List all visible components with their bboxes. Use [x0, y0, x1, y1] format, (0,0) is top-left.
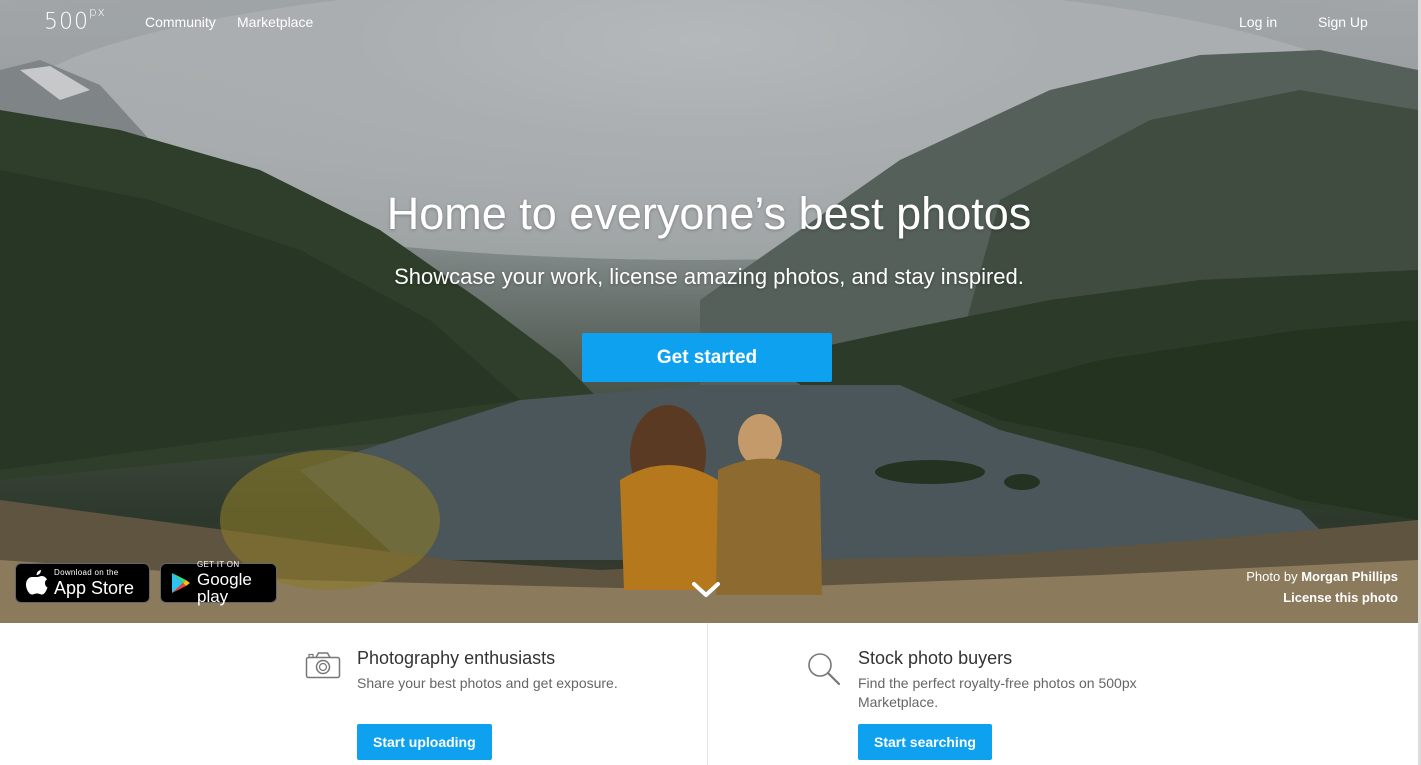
- photo-credit-prefix: Photo by: [1246, 569, 1298, 584]
- google-play-large-text: Google play: [197, 570, 252, 606]
- nav-community-link[interactable]: Community: [145, 14, 216, 30]
- hero-background-photo: [0, 0, 1418, 623]
- top-nav: 500px Community Marketplace Log in Sign …: [0, 0, 1418, 44]
- nav-marketplace-link[interactable]: Marketplace: [237, 14, 313, 30]
- hero-section: 500px Community Marketplace Log in Sign …: [0, 0, 1418, 623]
- feature-title: Stock photo buyers: [858, 648, 1013, 668]
- photo-credit: Photo by Morgan Phillips License this ph…: [1246, 566, 1398, 608]
- features-section: Photography enthusiasts Share your best …: [0, 623, 1418, 765]
- hero-subhead: Showcase your work, license amazing phot…: [394, 264, 1024, 289]
- feature-description: Find the perfect royalty-free photos on …: [858, 675, 1137, 710]
- photographer-link[interactable]: Morgan Phillips: [1301, 569, 1398, 584]
- 500px-logo[interactable]: 500px: [44, 5, 106, 34]
- features-divider: [707, 623, 708, 765]
- feature-description: Share your best photos and get exposure.: [357, 675, 618, 691]
- search-icon: [806, 651, 842, 692]
- apple-icon: [26, 570, 48, 596]
- start-searching-button[interactable]: Start searching: [858, 724, 992, 760]
- hero-headline: Home to everyone’s best photos: [386, 188, 1032, 239]
- app-store-small-text: Download on the: [54, 568, 119, 577]
- signup-link[interactable]: Sign Up: [1318, 14, 1368, 30]
- login-link[interactable]: Log in: [1239, 14, 1277, 30]
- start-uploading-button[interactable]: Start uploading: [357, 724, 492, 760]
- feature-title: Photography enthusiasts: [357, 648, 556, 668]
- get-started-button[interactable]: Get started: [582, 333, 832, 382]
- scroll-down-chevron-icon[interactable]: [690, 578, 722, 602]
- license-photo-link[interactable]: License this photo: [1246, 587, 1398, 608]
- google-play-small-text: GET IT ON: [197, 560, 240, 569]
- app-store-badge[interactable]: Download on the App Store: [15, 563, 150, 603]
- google-play-badge[interactable]: GET IT ON Google play: [160, 560, 277, 606]
- app-store-large-text: App Store: [54, 578, 135, 598]
- google-play-icon: [171, 572, 191, 594]
- camera-icon: [305, 651, 341, 684]
